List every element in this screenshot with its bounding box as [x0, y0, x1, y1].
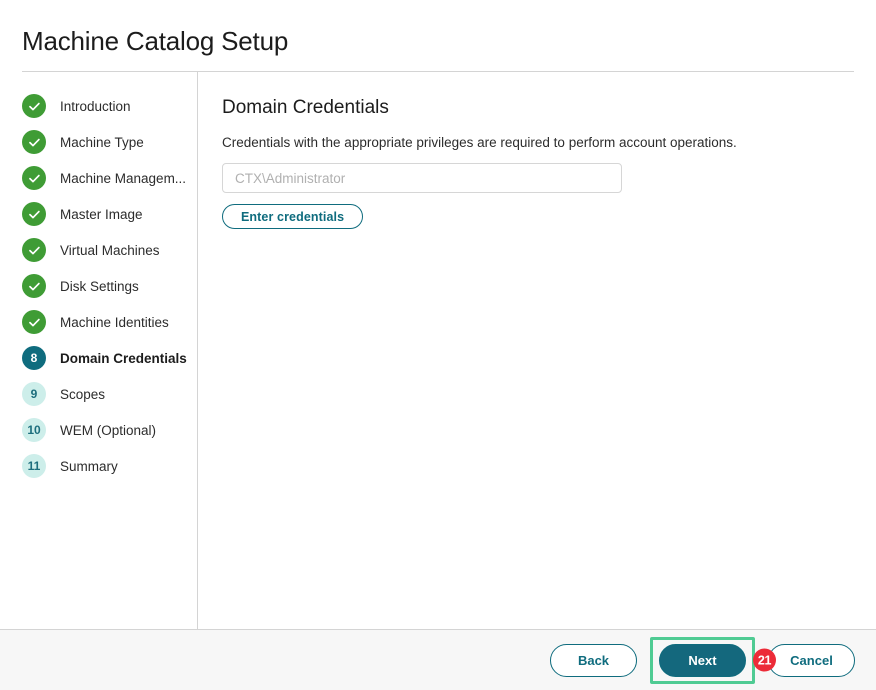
sidebar-step-label: Machine Type: [60, 135, 144, 150]
sidebar-step-label: Scopes: [60, 387, 105, 402]
sidebar-step-machine-managem[interactable]: Machine Managem...: [0, 160, 197, 196]
sidebar-step-machine-type[interactable]: Machine Type: [0, 124, 197, 160]
check-circle-icon: [22, 202, 46, 226]
sidebar-step-virtual-machines[interactable]: Virtual Machines: [0, 232, 197, 268]
sidebar-step-label: Master Image: [60, 207, 143, 222]
sidebar-step-label: WEM (Optional): [60, 423, 156, 438]
wizard-body: Introduction Machine Type Machine Managem.…: [0, 72, 876, 629]
cancel-button[interactable]: Cancel: [768, 644, 855, 677]
step-number-badge: 8: [22, 346, 46, 370]
sidebar-step-domain-credentials[interactable]: 8 Domain Credentials: [0, 340, 197, 376]
back-button[interactable]: Back: [550, 644, 637, 677]
sidebar-step-machine-identities[interactable]: Machine Identities: [0, 304, 197, 340]
sidebar-step-label: Domain Credentials: [60, 351, 187, 366]
wizard-step-sidebar: Introduction Machine Type Machine Managem.…: [0, 72, 198, 629]
page-title: Machine Catalog Setup: [0, 0, 876, 57]
sidebar-step-summary[interactable]: 11 Summary: [0, 448, 197, 484]
wizard-footer: Back Next 21 Cancel: [0, 629, 876, 690]
sidebar-step-wem-optional[interactable]: 10 WEM (Optional): [0, 412, 197, 448]
step-number-badge: 11: [22, 454, 46, 478]
section-heading: Domain Credentials: [222, 96, 876, 120]
sidebar-step-label: Machine Identities: [60, 315, 169, 330]
check-circle-icon: [22, 274, 46, 298]
next-button-highlight: Next 21: [650, 637, 755, 684]
sidebar-step-label: Disk Settings: [60, 279, 139, 294]
sidebar-step-disk-settings[interactable]: Disk Settings: [0, 268, 197, 304]
section-description: Credentials with the appropriate privile…: [222, 134, 876, 152]
sidebar-step-label: Summary: [60, 459, 118, 474]
sidebar-step-label: Machine Managem...: [60, 171, 186, 186]
sidebar-step-label: Virtual Machines: [60, 243, 160, 258]
domain-username-input[interactable]: [222, 163, 622, 193]
sidebar-step-master-image[interactable]: Master Image: [0, 196, 197, 232]
action-badge: 21: [753, 649, 776, 672]
sidebar-step-scopes[interactable]: 9 Scopes: [0, 376, 197, 412]
check-circle-icon: [22, 94, 46, 118]
content-pane: Domain Credentials Credentials with the …: [198, 72, 876, 629]
enter-credentials-button[interactable]: Enter credentials: [222, 204, 363, 229]
check-circle-icon: [22, 238, 46, 262]
step-number-badge: 9: [22, 382, 46, 406]
step-number-badge: 10: [22, 418, 46, 442]
check-circle-icon: [22, 130, 46, 154]
machine-catalog-wizard: Machine Catalog Setup Introduction Machin…: [0, 0, 876, 690]
sidebar-step-label: Introduction: [60, 99, 131, 114]
next-button[interactable]: Next: [659, 644, 746, 677]
sidebar-step-introduction[interactable]: Introduction: [0, 88, 197, 124]
check-circle-icon: [22, 310, 46, 334]
check-circle-icon: [22, 166, 46, 190]
